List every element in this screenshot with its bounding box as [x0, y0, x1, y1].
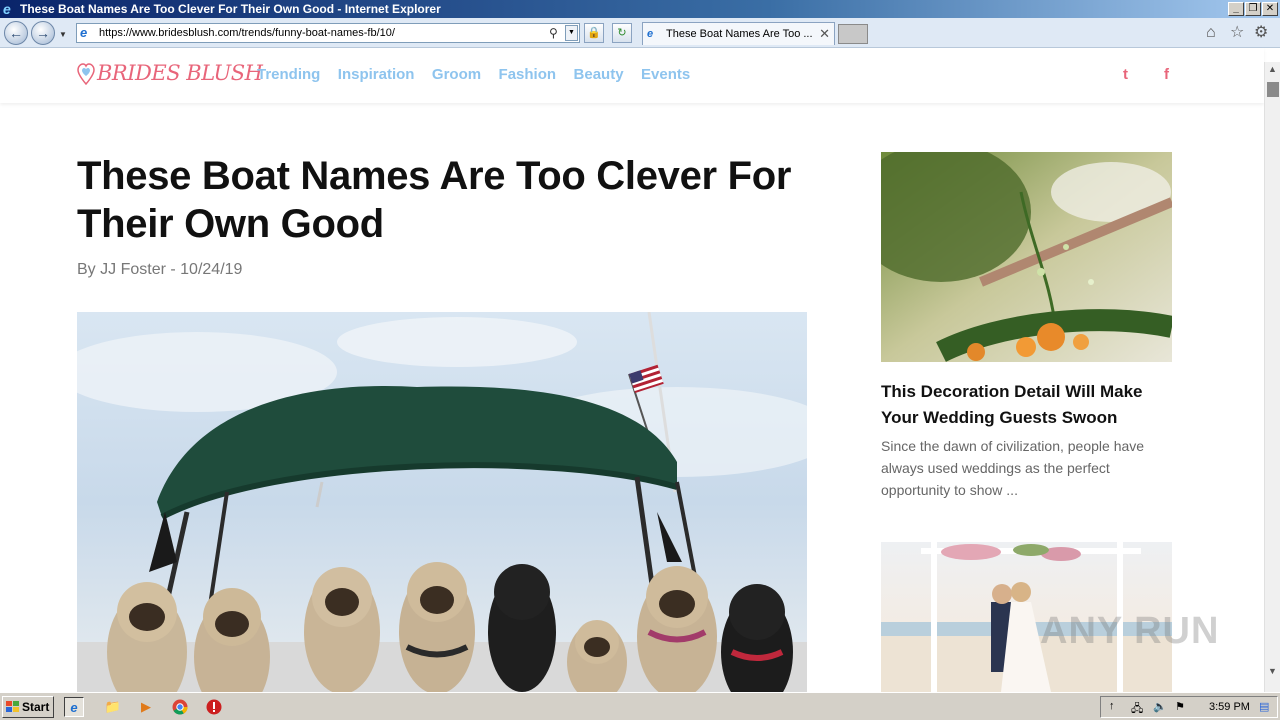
taskbar-ie-icon[interactable]: e — [64, 697, 84, 717]
home-icon[interactable]: ⌂ — [1206, 24, 1216, 42]
twitter-icon[interactable]: t — [1123, 66, 1128, 83]
nav-fashion[interactable]: Fashion — [499, 66, 557, 83]
forward-button[interactable]: → — [31, 21, 55, 45]
start-label: Start — [22, 700, 50, 714]
author-link[interactable]: JJ Foster — [100, 261, 166, 278]
refresh-icon[interactable]: ↻ — [612, 23, 632, 43]
taskbar-media-player-icon[interactable]: ▶ — [136, 697, 156, 717]
arrow-right-icon: → — [36, 25, 50, 41]
screen: e These Boat Names Are Too Clever For Th… — [0, 0, 1280, 720]
facebook-icon[interactable]: f — [1164, 66, 1169, 83]
article-date: 10/24/19 — [180, 261, 243, 278]
sidebar-card-title-1[interactable]: This Decoration Detail Will Make Your We… — [881, 379, 1172, 431]
window-title: These Boat Names Are Too Clever For Thei… — [20, 2, 441, 16]
minimize-button[interactable]: _ — [1228, 2, 1244, 16]
history-dropdown-icon[interactable]: ▼ — [59, 30, 67, 39]
search-icon[interactable]: ⚲ — [549, 24, 558, 42]
window-titlebar: e These Boat Names Are Too Clever For Th… — [0, 0, 1280, 18]
scroll-thumb[interactable] — [1267, 82, 1279, 97]
site-header: BRIDES BLUSH Trending Inspiration Groom … — [0, 48, 1264, 103]
system-tray: ↑ 🖧 🔈 ⚑ 3:59 PM ▤ — [1100, 696, 1278, 718]
greenery-decoration-photo — [881, 152, 1172, 362]
windows-flag-icon — [6, 701, 19, 712]
taskbar-stop-icon[interactable] — [204, 697, 224, 717]
nav-beauty[interactable]: Beauty — [574, 66, 624, 83]
favorites-star-icon[interactable]: ☆ — [1230, 24, 1244, 42]
anyrun-watermark: ANY RUN — [1040, 610, 1220, 652]
tray-volume-icon[interactable]: 🔈 — [1153, 700, 1167, 713]
article-hero-image — [77, 312, 807, 692]
scroll-up-icon[interactable]: ▲ — [1268, 64, 1277, 74]
scroll-down-icon[interactable]: ▼ — [1268, 666, 1277, 676]
logo-text: BRIDES BLUSH — [97, 61, 263, 85]
back-button[interactable]: ← — [4, 21, 28, 45]
browser-toolbar: ← → ▼ e https://www.bridesblush.com/tren… — [0, 18, 1280, 48]
taskbar-folder-icon[interactable]: 📁 — [103, 697, 123, 717]
heart-pin-icon — [77, 63, 95, 85]
browser-tab[interactable]: e These Boat Names Are Too ... ✕ — [642, 22, 835, 45]
windows-taskbar: Start e 📁 ▶ ↑ 🖧 🔈 ⚑ 3:59 PM ▤ — [0, 692, 1280, 720]
main-nav: Trending Inspiration Groom Fashion Beaut… — [257, 66, 703, 84]
byline-separator: - — [170, 261, 176, 278]
url-text[interactable]: https://www.bridesblush.com/trends/funny… — [99, 24, 395, 42]
nav-trending[interactable]: Trending — [257, 66, 320, 83]
tab-title: These Boat Names Are Too ... — [666, 28, 813, 40]
close-window-button[interactable]: ✕ — [1262, 2, 1278, 16]
page-ie-icon: e — [80, 25, 88, 40]
page-scrollbar[interactable]: ▲ ▼ — [1264, 62, 1280, 692]
tray-clock[interactable]: 3:59 PM — [1209, 701, 1250, 713]
article-byline: By JJ Foster - 10/24/19 — [77, 261, 242, 279]
sidebar-card-excerpt-1: Since the dawn of civilization, people h… — [881, 438, 1145, 498]
tab-ie-icon: e — [647, 28, 654, 40]
sidebar-card-image-1[interactable] — [881, 152, 1172, 362]
tray-network-icon[interactable]: 🖧 — [1131, 700, 1143, 719]
ie-logo-icon: e — [3, 1, 11, 17]
pugs-boat-photo — [77, 312, 807, 692]
nav-events[interactable]: Events — [641, 66, 690, 83]
address-bar[interactable]: e https://www.bridesblush.com/trends/fun… — [76, 23, 580, 43]
start-button[interactable]: Start — [2, 696, 54, 718]
show-desktop-icon[interactable]: ▤ — [1259, 700, 1269, 713]
tray-expand-icon[interactable]: ↑ — [1109, 700, 1115, 712]
nav-groom[interactable]: Groom — [432, 66, 481, 83]
tab-close-button[interactable]: ✕ — [819, 23, 830, 45]
byline-prefix: By — [77, 261, 96, 278]
lock-icon[interactable]: 🔒 — [584, 23, 604, 43]
article-title: These Boat Names Are Too Clever For Thei… — [77, 154, 792, 246]
settings-gear-icon[interactable]: ⚙ — [1254, 24, 1268, 42]
nav-inspiration[interactable]: Inspiration — [338, 66, 415, 83]
taskbar-chrome-icon[interactable] — [170, 697, 190, 717]
tray-flag-icon[interactable]: ⚑ — [1175, 700, 1185, 713]
restore-button[interactable]: ❐ — [1245, 2, 1261, 16]
new-tab-button[interactable] — [838, 24, 868, 44]
arrow-left-icon: ← — [9, 25, 23, 41]
address-dropdown-icon[interactable]: ▼ — [565, 25, 578, 41]
